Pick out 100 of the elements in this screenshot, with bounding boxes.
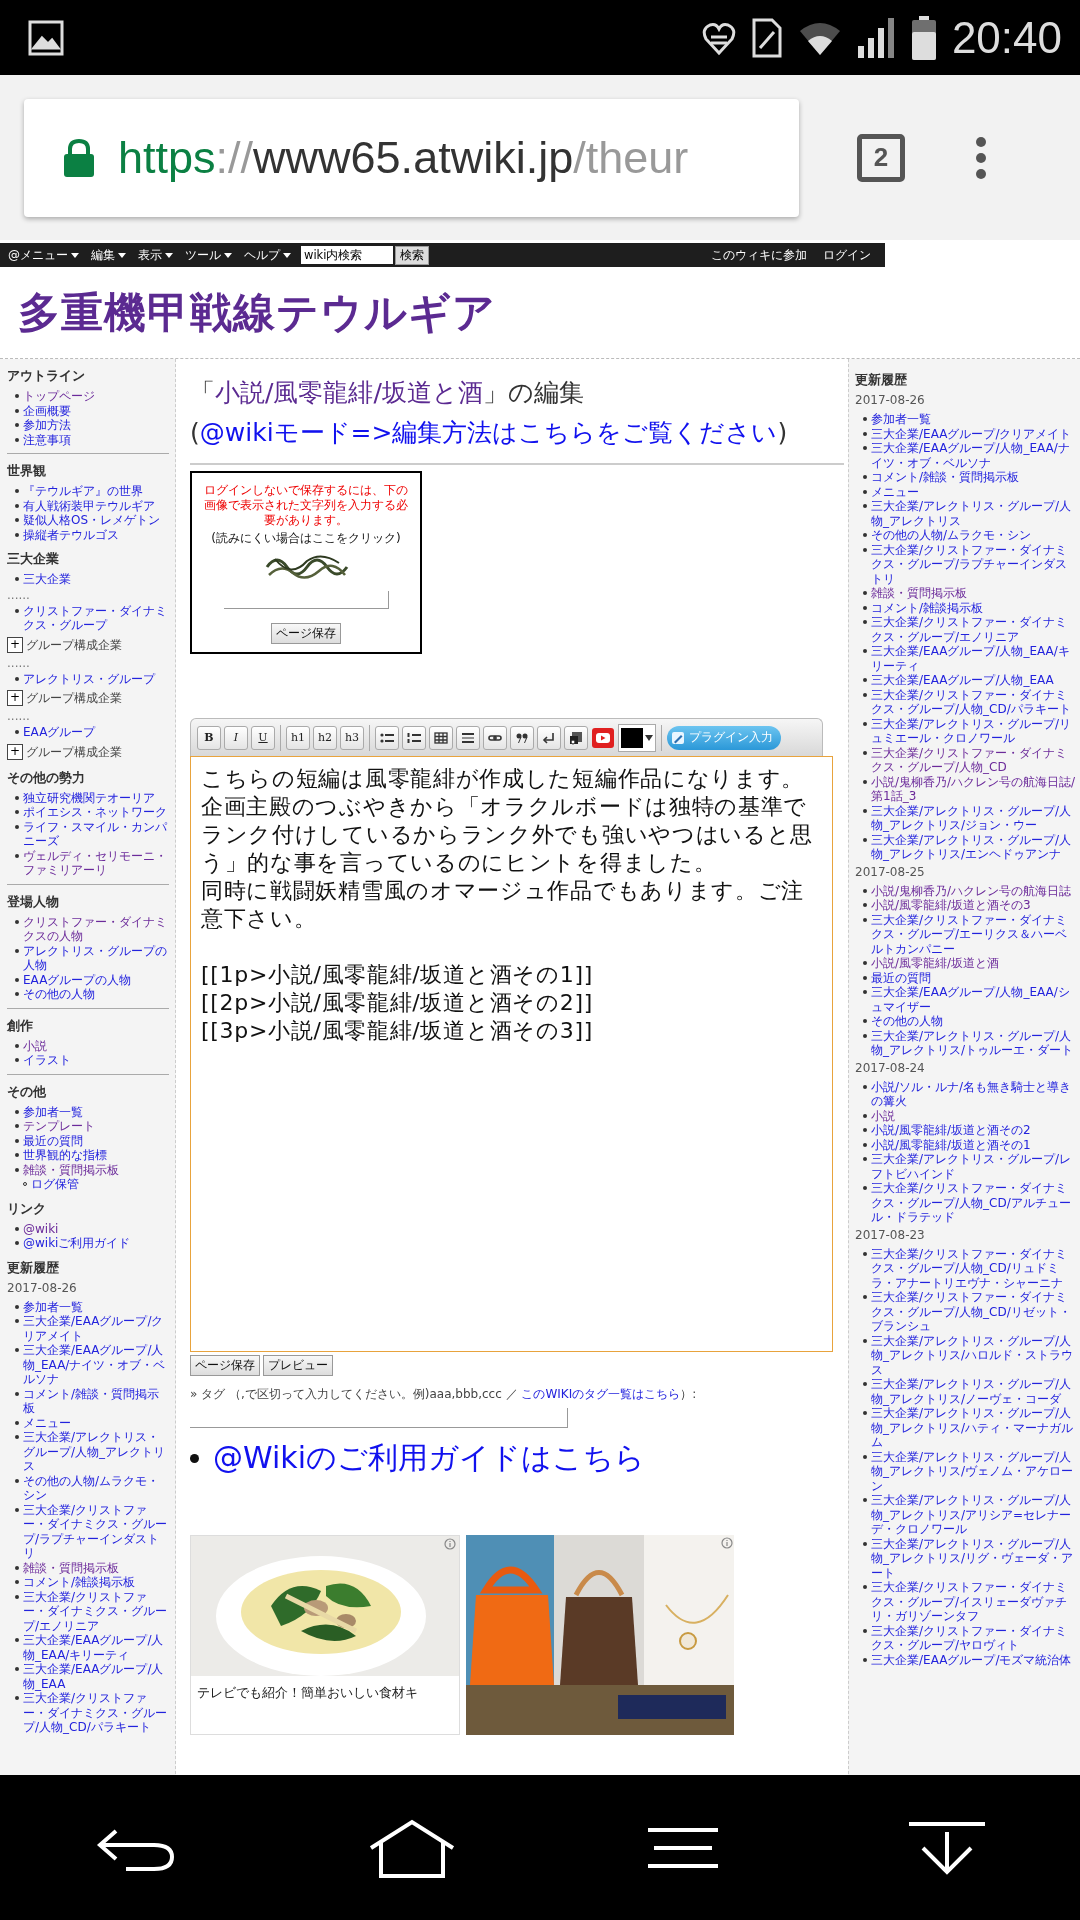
sidebar-link[interactable]: 雑談・質問掲示板 (23, 1560, 119, 1575)
sidebar-link[interactable]: 三大企業/クリストファー・ダイナミクス・グループ/ヤロヴィト (871, 1623, 1077, 1653)
sidebar-link[interactable]: 世界観的な指標 (23, 1148, 107, 1163)
sidebar-link[interactable]: 注意事項 (23, 432, 71, 447)
sidebar-link[interactable]: @wikiご利用ガイド (23, 1236, 131, 1251)
sidebar-link[interactable]: 三大企業/アレクトリス・グループ/レフトビハインド (871, 1152, 1077, 1181)
form-button[interactable]: ページ保存 (190, 1355, 260, 1376)
sidebar-link[interactable]: 三大企業/クリストファー・ダイナミクス・グループ/エノリニア (871, 615, 1077, 644)
sidebar-link[interactable]: コメント/雑談・質問掲示板 (871, 470, 1020, 485)
sidebar-link[interactable]: @wiki (23, 1221, 59, 1236)
menu-button[interactable]: 表示 (136, 246, 175, 264)
sidebar-link[interactable]: その他の人物/ムラクモ・シン (23, 1473, 171, 1503)
format-button[interactable]: h2 (313, 725, 337, 750)
sidebar-link[interactable]: テンプレート (23, 1119, 95, 1134)
tag-list-link[interactable]: このWIKIのタグ一覧はこちら (521, 1387, 681, 1401)
toolbar-button[interactable] (537, 725, 561, 750)
sidebar-link[interactable]: 小説 (871, 1108, 895, 1123)
sidebar-link[interactable]: 三大企業/アレクトリス・グループ/人物_アレクトリス/リグ・ヴェーダ・アート (871, 1536, 1077, 1580)
sidebar-link[interactable]: その他の人物 (871, 1014, 943, 1029)
sidebar-link[interactable]: コメント/雑談掲示板 (871, 600, 984, 615)
sidebar-link[interactable]: 操縦者テウルゴス (23, 527, 119, 542)
sidebar-link[interactable]: 最近の質問 (871, 970, 931, 985)
sidebar-link[interactable]: EAAグループの人物 (23, 972, 132, 987)
sidebar-link[interactable]: メニュー (871, 484, 919, 499)
sidebar-link[interactable]: 参加者一覧 (23, 1104, 83, 1119)
sidebar-link[interactable]: トップページ (23, 389, 95, 404)
sidebar-link[interactable]: 三大企業/アレクトリス・グループ/人物_アレクトリス/トゥルーエ・ダート (871, 1028, 1077, 1058)
sidebar-link[interactable]: 小説/風零龍緋/坂道と酒その1 (871, 1137, 1031, 1152)
save-button[interactable]: ページ保存 (271, 623, 341, 644)
sidebar-link[interactable]: 三大企業/EAAグループ/人物_EAA (23, 1662, 171, 1691)
toolbar-button[interactable] (510, 725, 534, 750)
sidebar-link[interactable]: 三大企業/クリストファー・ダイナミクス・グループ/エノリニア (23, 1589, 171, 1633)
sidebar-link[interactable]: 三大企業/クリストファー・ダイナミクス・グループ/人物_CD/パラキート (871, 687, 1077, 717)
sidebar-link[interactable]: 三大企業/クリストファー・ダイナミクス・グループ/人物_CD/リュドミラ・アナートリエヴナ・シャーニナ (871, 1246, 1077, 1290)
sidebar-link[interactable]: 三大企業/EAAグループ/人物_EAA/シュマイザー (871, 985, 1077, 1014)
expand-button[interactable]: + (7, 690, 23, 706)
menu-button[interactable]: ヘルプ (242, 246, 293, 264)
sidebar-link[interactable]: 三大企業/クリストファー・ダイナミクス・グループ/エーリクス＆ハーベルトカンパニー (871, 912, 1077, 956)
sidebar-link[interactable]: 三大企業/EAAグループ/人物_EAA (871, 673, 1054, 688)
sidebar-link[interactable]: 三大企業/アレクトリス・グループ/人物_アレクトリス/ヴェノム・アケローン (871, 1449, 1077, 1493)
sidebar-link[interactable]: 参加者一覧 (871, 412, 931, 427)
page-link[interactable]: 小説/風零龍緋/坂道と酒 (215, 378, 483, 407)
sidebar-link[interactable]: 三大企業/アレクトリス・グループ/人物_アレクトリス/ハロルド・ストラウス (871, 1333, 1077, 1377)
sidebar-link[interactable]: 三大企業/EAAグループ/人物_EAA/ナイツ・オブ・ベルソナ (871, 441, 1077, 470)
sidebar-link[interactable]: 独立研究機関テオーリア (23, 790, 155, 805)
expand-button[interactable]: + (7, 743, 23, 760)
color-picker[interactable] (618, 723, 656, 752)
toolbar-button[interactable] (564, 725, 588, 750)
expand-button[interactable]: + (7, 636, 23, 653)
sidebar-link[interactable]: 三大企業/アレクトリス・グループ/人物_アレクトリス/アリシア=セレナーデ・クロノワール (871, 1493, 1077, 1537)
toolbar-button[interactable] (483, 725, 507, 750)
toolbar-button[interactable] (375, 725, 399, 750)
sidebar-link[interactable]: クリストファー・ダイナミクス・グループ (23, 603, 171, 633)
sidebar-link[interactable]: 三大企業/クリストファー・ダイナミクス・グループ/イスリェーダヴァチリ・ガリゾーンタフ (871, 1580, 1077, 1624)
format-button[interactable]: h1 (286, 725, 310, 750)
sidebar-link[interactable]: 小説/風零龍緋/坂道と酒その3 (871, 898, 1031, 913)
sidebar-link[interactable]: クリストファー・ダイナミクスの人物 (23, 914, 171, 944)
sidebar-link[interactable]: 三大企業/アレクトリス・グループ/人物_アレクトリス/ノーヴェ・コーダ (871, 1377, 1077, 1406)
sidebar-link[interactable]: 三大企業/アレクトリス・グループ/リュミエール・クロノワール (871, 716, 1077, 746)
sidebar-link[interactable]: 三大企業/アレクトリス・グループ/人物_アレクトリス (871, 499, 1077, 528)
sidebar-link[interactable]: 小説/風零龍緋/坂道と酒 (871, 956, 1000, 971)
format-button[interactable]: h3 (340, 725, 364, 750)
sidebar-link[interactable]: 企画概要 (23, 403, 71, 418)
sidebar-link[interactable]: 三大企業/クリストファー・ダイナミクス・グループ/人物_CD/パラキート (23, 1691, 171, 1735)
sidebar-link[interactable]: ポイエシス・ネットワーク (23, 805, 167, 820)
format-button[interactable]: I (224, 725, 248, 750)
toolbar-button[interactable] (402, 725, 426, 750)
sidebar-link[interactable]: 三大企業/EAAグループ/モズマ統治体 (871, 1652, 1072, 1667)
tab-count-button[interactable]: 2 (857, 133, 905, 182)
ad-card[interactable]: テレビでも紹介！簡単おいしい食材キ (190, 1535, 460, 1735)
format-button[interactable]: B (197, 725, 221, 750)
sidebar-link[interactable]: 三大企業/EAAグループ/人物_EAA/キリーティ (871, 644, 1077, 673)
sidebar-link[interactable]: 『テウルギア』の世界 (23, 484, 143, 499)
sidebar-link[interactable]: ヴェルディ・セリモーニ・ファミリアーリ (23, 848, 171, 878)
sidebar-link[interactable]: 三大企業/クリストファー・ダイナミクス・グループ/人物_CD/アルチュール・ドラテッド (871, 1181, 1077, 1225)
form-button[interactable]: プレビュー (263, 1355, 333, 1376)
sidebar-link[interactable]: 三大企業/アレクトリス・グループ/人物_アレクトリス (23, 1430, 171, 1474)
sidebar-link[interactable]: 三大企業/EAAグループ/クリアメイト (871, 426, 1072, 441)
sidebar-link[interactable]: 三大企業/クリストファー・ダイナミクス・グループ/人物_CD/リゼット・ブランシュ (871, 1290, 1077, 1334)
help-link[interactable]: @wikiモード=>編集方法はこちらをご覧ください (199, 418, 778, 447)
sidebar-link[interactable]: 小説/鬼柳香乃/ハクレン号の航海日誌 (871, 883, 1072, 898)
sidebar-link[interactable]: EAAグループ (23, 725, 96, 740)
sidebar-link[interactable]: 三大企業/アレクトリス・グループ/人物_アレクトリス/ジョン・ウー (871, 803, 1077, 833)
sidebar-link[interactable]: 三大企業 (23, 572, 71, 587)
sidebar-link[interactable]: ライフ・スマイル・カンパニーズ (23, 819, 171, 849)
format-button[interactable]: U (251, 725, 275, 750)
sidebar-link[interactable]: 最近の質問 (23, 1133, 83, 1148)
sidebar-link[interactable]: その他の人物 (23, 987, 95, 1002)
sidebar-link[interactable]: 三大企業/EAAグループ/人物_EAA/ナイツ・オブ・ベルソナ (23, 1343, 171, 1387)
sidebar-link[interactable]: メニュー (23, 1415, 71, 1430)
sidebar-link[interactable]: アレクトリス・グループ (23, 671, 155, 686)
sidebar-link[interactable]: アレクトリス・グループの人物 (23, 943, 171, 973)
sidebar-link[interactable]: ログ保管 (31, 1177, 79, 1192)
guide-link[interactable]: @Wikiのご利用ガイドはこちら (213, 1438, 646, 1479)
sidebar-link[interactable]: 三大企業/アレクトリス・グループ/人物_アレクトリス/エンヘドゥアンナ (871, 832, 1077, 862)
sidebar-link[interactable]: 三大企業/クリストファー・ダイナミクス・グループ/ラプチャーインダストリ (871, 542, 1077, 586)
menu-button[interactable]: @メニュー (6, 246, 81, 264)
sidebar-link[interactable]: 三大企業/EAAグループ/人物_EAA/キリーティ (23, 1633, 171, 1662)
sidebar-link[interactable]: 小説/風零龍緋/坂道と酒その2 (871, 1123, 1031, 1138)
sidebar-link[interactable]: 三大企業/アレクトリス・グループ/人物_アレクトリス/ハティ・マーナガルム (871, 1406, 1077, 1450)
